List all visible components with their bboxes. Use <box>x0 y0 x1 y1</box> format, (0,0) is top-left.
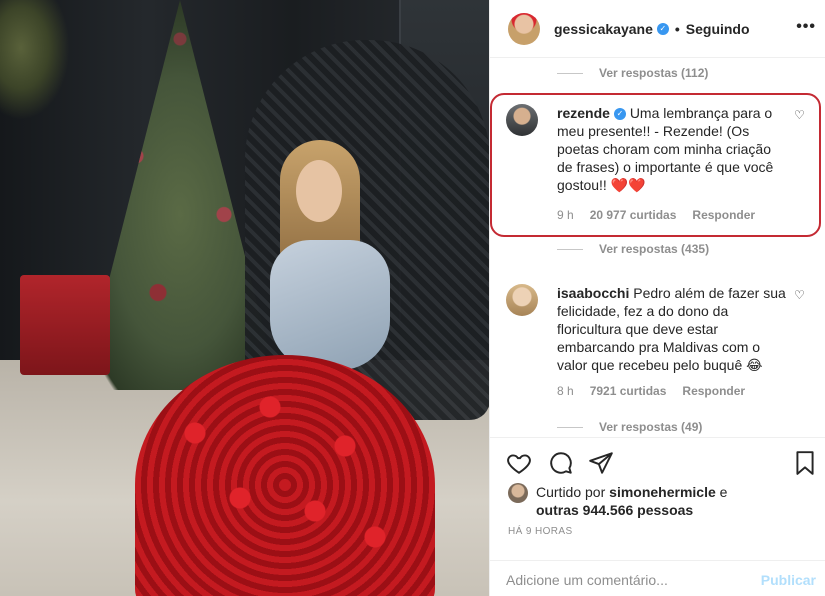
add-comment-bar: Publicar <box>490 560 825 596</box>
comment-likes[interactable]: 20 977 curtidas <box>590 208 677 222</box>
share-paper-plane-icon[interactable] <box>588 450 614 476</box>
commenter-username[interactable]: isaabocchi <box>557 285 629 301</box>
laughing-emoji: 😂 <box>746 357 763 373</box>
comments-list: Ver respostas (112) rezende ✓ Uma lembran… <box>490 58 825 438</box>
view-replies-label: Ver respostas (49) <box>599 420 703 434</box>
comment-likes[interactable]: 7921 curtidas <box>590 384 667 398</box>
post-timestamp[interactable]: HÁ 9 HORAS <box>508 526 573 537</box>
replies-line <box>557 248 583 250</box>
like-heart-icon[interactable] <box>506 450 532 476</box>
comment-age: 8 h <box>557 384 574 398</box>
comment-meta: 8 h 7921 curtidas Responder <box>557 384 745 398</box>
owner-avatar[interactable] <box>508 12 540 45</box>
comment-input[interactable] <box>506 571 746 588</box>
photo-plant <box>0 0 70 120</box>
post-side-panel: gessicakayane ✓ • Seguindo ••• Ver respo… <box>489 0 825 596</box>
liked-by-suffix: e <box>719 484 728 500</box>
post-photo[interactable] <box>0 0 489 596</box>
following-button[interactable]: Seguindo <box>686 21 750 37</box>
more-icon[interactable]: ••• <box>796 18 816 36</box>
commenter-avatar[interactable] <box>506 284 538 316</box>
likes-text: Curtido por simonehermicle e outras 944.… <box>536 483 756 519</box>
photo-gifts <box>20 275 110 375</box>
commenter-username[interactable]: rezende <box>557 105 610 121</box>
liker-username[interactable]: simonehermicle <box>609 484 716 500</box>
publish-button[interactable]: Publicar <box>761 572 816 588</box>
verified-badge-icon: ✓ <box>613 108 626 121</box>
verified-badge-icon: ✓ <box>656 22 669 35</box>
liker-avatar[interactable] <box>508 483 528 503</box>
post-actions: Curtido por simonehermicle e outras 944.… <box>490 437 825 596</box>
replies-line <box>557 426 583 428</box>
header-separator: • <box>674 20 680 37</box>
photo-woman-dress <box>270 240 390 370</box>
reply-button[interactable]: Responder <box>692 208 755 222</box>
view-replies-toggle[interactable]: Ver respostas (49) <box>557 420 702 434</box>
comment-item: rezende ✓ Uma lembrança para o meu presen… <box>506 104 816 234</box>
bookmark-icon[interactable] <box>792 450 818 476</box>
view-replies-label: Ver respostas (435) <box>599 242 710 256</box>
comment-like-heart-icon[interactable]: ♡ <box>794 288 806 302</box>
heart-emoji: ❤️❤️ <box>610 177 646 193</box>
reply-button[interactable]: Responder <box>682 384 745 398</box>
commenter-avatar[interactable] <box>506 104 538 136</box>
view-replies-label: Ver respostas (112) <box>599 66 709 80</box>
replies-line <box>557 72 583 74</box>
instagram-post: gessicakayane ✓ • Seguindo ••• Ver respo… <box>0 0 825 596</box>
comment-body: isaabocchi Pedro além de fazer sua felic… <box>557 284 787 374</box>
post-header: gessicakayane ✓ • Seguindo ••• <box>490 0 825 58</box>
owner-username[interactable]: gessicakayane <box>554 21 653 37</box>
comment-like-heart-icon[interactable]: ♡ <box>794 108 806 122</box>
likes-others[interactable]: outras 944.566 pessoas <box>536 502 693 518</box>
comment-bubble-icon[interactable] <box>548 450 574 476</box>
liked-by-prefix: Curtido por <box>536 484 606 500</box>
comment-item: isaabocchi Pedro além de fazer sua felic… <box>506 284 816 404</box>
photo-woman-face <box>296 160 342 222</box>
comment-body: rezende ✓ Uma lembrança para o meu presen… <box>557 104 787 194</box>
comment-meta: 9 h 20 977 curtidas Responder <box>557 208 755 222</box>
view-replies-toggle[interactable]: Ver respostas (112) <box>557 66 708 80</box>
likes-summary: Curtido por simonehermicle e outras 944.… <box>508 483 756 519</box>
view-replies-toggle[interactable]: Ver respostas (435) <box>557 242 709 256</box>
comment-age: 9 h <box>557 208 574 222</box>
